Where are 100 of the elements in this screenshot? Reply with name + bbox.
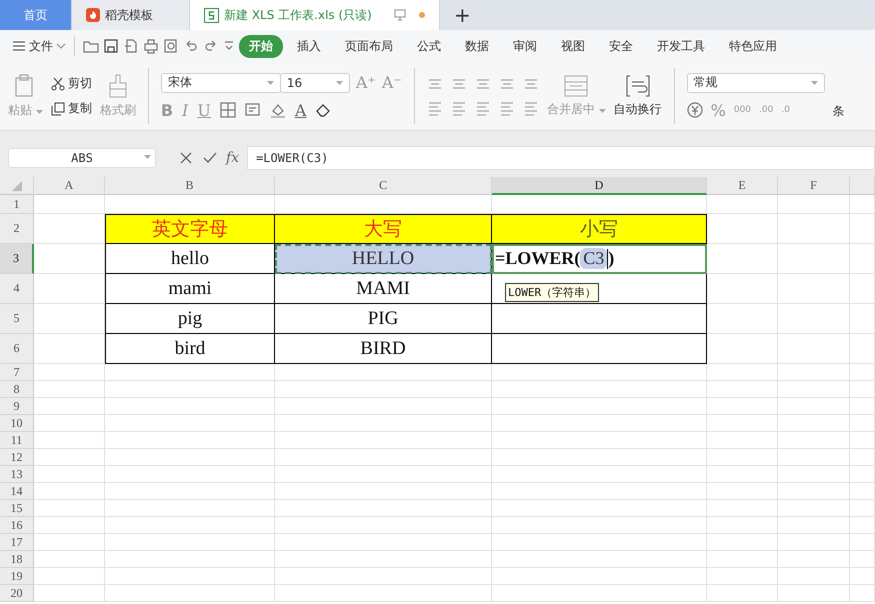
font-size-dropdown[interactable]: 16 [280, 72, 350, 92]
ribbon-tab[interactable]: 开始 [239, 34, 283, 58]
ribbon-tab[interactable]: 安全 [599, 34, 643, 58]
column-header[interactable] [850, 177, 875, 195]
align-center-icon[interactable] [450, 100, 467, 116]
menu-icon [12, 40, 26, 52]
paint-bucket-icon[interactable] [270, 102, 286, 118]
unsaved-dot-icon [419, 12, 425, 18]
tab[interactable]: 首页 [0, 0, 72, 30]
row-header[interactable]: 8 [0, 381, 34, 398]
cell-fill-icon[interactable] [244, 102, 261, 118]
dropdown-arrow-icon [144, 154, 151, 158]
row-header[interactable]: 19 [0, 568, 34, 585]
ribbon-tab[interactable]: 视图 [551, 34, 595, 58]
copied-cell: HELLO [275, 244, 492, 274]
function-tooltip: LOWER（字符串） [505, 283, 600, 302]
insert-function-button[interactable]: fx [226, 150, 240, 166]
scissors-icon [50, 76, 65, 90]
ribbon-tab[interactable]: 公式 [407, 34, 451, 58]
ribbon-tab[interactable]: 数据 [455, 34, 499, 58]
distributed-icon[interactable] [522, 100, 539, 116]
dropdown-arrow-icon [810, 80, 818, 84]
copy-button[interactable]: 复制 [50, 100, 92, 117]
font-color-button[interactable]: A [294, 100, 306, 120]
row-header[interactable]: 16 [0, 517, 34, 534]
tab[interactable]: 新建 XLS 工作表.xls (只读) [190, 0, 440, 30]
table-cell: PIG [275, 304, 492, 334]
empty-cell[interactable] [492, 334, 707, 364]
align-left-icon[interactable] [426, 100, 443, 116]
column-header[interactable]: F [778, 177, 850, 195]
borders-icon[interactable] [220, 102, 236, 118]
header-text: 小写 [580, 218, 618, 242]
copy-icon [50, 102, 65, 116]
dropdown-arrow-icon [266, 80, 274, 84]
header-text: 大写 [364, 218, 402, 242]
row-header[interactable]: 12 [0, 449, 34, 466]
row-header[interactable]: 1 [0, 195, 34, 214]
flame-logo-icon [86, 8, 100, 22]
row-header[interactable]: 2 [0, 214, 34, 244]
table-cell: mami [105, 274, 275, 304]
merge-cells-icon [564, 74, 588, 96]
spreadsheet-icon [204, 8, 219, 22]
row-header[interactable]: 14 [0, 483, 34, 500]
row-header[interactable]: 5 [0, 304, 34, 334]
conditional-format-button[interactable]: 条 [832, 102, 845, 120]
chevron-down-icon [56, 42, 66, 50]
file-menu[interactable]: 文件 [12, 38, 66, 54]
paintbrush-icon [108, 74, 128, 98]
column-header[interactable]: E [707, 177, 778, 195]
row-header[interactable]: 15 [0, 500, 34, 517]
column-header[interactable]: C [275, 177, 492, 195]
save-icon[interactable] [103, 38, 119, 54]
tab[interactable]: 稻壳模板 [72, 0, 190, 30]
number-format-dropdown[interactable]: 常规 [686, 72, 825, 92]
column-header[interactable]: D [492, 177, 707, 195]
dropdown-arrow-icon [36, 110, 43, 114]
row-header[interactable]: 7 [0, 364, 34, 381]
row-header[interactable]: 11 [0, 432, 34, 449]
ribbon-tab[interactable]: 审阅 [503, 34, 547, 58]
font-dropdown[interactable]: 宋体 [160, 72, 281, 92]
cancel-icon[interactable] [178, 150, 194, 166]
table-cell: pig [105, 304, 275, 334]
export-icon[interactable] [123, 38, 139, 54]
wrap-text-icon [626, 74, 650, 96]
justify-icon[interactable] [498, 100, 515, 116]
select-all-icon[interactable] [12, 180, 22, 190]
formula-text: =LOWER( [495, 248, 580, 269]
column-header[interactable]: A [34, 177, 105, 195]
column-header[interactable]: B [105, 177, 275, 195]
eraser-icon[interactable] [315, 102, 332, 118]
align-right-icon[interactable] [474, 100, 491, 116]
table-cell: BIRD [275, 334, 492, 364]
ribbon-tab[interactable]: 页面布局 [335, 34, 403, 58]
header-text: 英文字母 [152, 218, 228, 242]
monitor-icon[interactable] [394, 9, 406, 21]
row-header[interactable]: 10 [0, 415, 34, 432]
row-header[interactable]: 3 [0, 244, 34, 274]
ribbon-tab[interactable]: 特色应用 [719, 34, 787, 58]
wrap-text-button[interactable]: 自动换行 [614, 74, 662, 118]
print-preview-icon[interactable] [163, 38, 179, 54]
row-header[interactable]: 18 [0, 551, 34, 568]
empty-cell[interactable] [492, 304, 707, 334]
ribbon-tab[interactable]: 插入 [287, 34, 331, 58]
row-header[interactable]: 6 [0, 334, 34, 364]
currency-icon[interactable] [686, 102, 703, 118]
row-header[interactable]: 4 [0, 274, 34, 304]
dropdown-arrow-icon [336, 80, 343, 84]
ribbon-tab[interactable]: 开发工具 [647, 34, 715, 58]
table-cell: bird [105, 334, 275, 364]
new-tab-button[interactable]: + [440, 0, 485, 30]
row-header[interactable]: 20 [0, 585, 34, 602]
printer-icon[interactable] [143, 38, 159, 54]
formula-field[interactable]: =LOWER(C3) [247, 146, 875, 170]
row-header[interactable]: 13 [0, 466, 34, 483]
table-cell: MAMI [275, 274, 492, 304]
cut-button[interactable]: 剪切 [50, 75, 92, 92]
row-header[interactable]: 9 [0, 398, 34, 415]
empty-cell[interactable] [492, 274, 707, 304]
name-box[interactable]: ABS [8, 148, 156, 168]
row-header[interactable]: 17 [0, 534, 34, 551]
